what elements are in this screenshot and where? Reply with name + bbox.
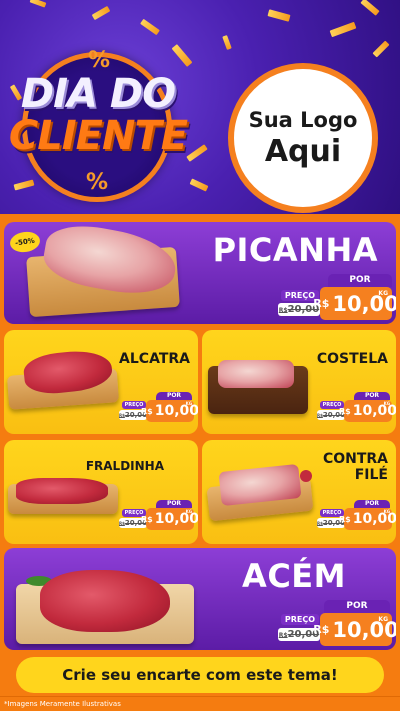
unit-label: KG: [383, 509, 390, 514]
por-label: POR: [354, 392, 390, 400]
confetti-decoration: [189, 178, 209, 192]
old-price-currency: R$: [278, 632, 288, 639]
costela-meat-image: [218, 360, 294, 388]
confetti-decoration: [29, 0, 47, 8]
new-price-currency: R$: [140, 406, 153, 416]
new-price-currency: R$: [140, 514, 153, 524]
old-price-currency: R$: [278, 307, 288, 314]
new-price: R$ 10,00 KG: [313, 613, 396, 646]
unit-label: KG: [185, 401, 192, 406]
acem-meat-image: [40, 570, 170, 632]
new-price: R$ 10,00 KG: [313, 287, 396, 320]
product-card-picanha: PICANHA POR PREÇO R$20,00 R$ 10,00 KG: [4, 222, 396, 324]
product-name-line2: FILÉ: [354, 467, 388, 483]
por-label: POR: [328, 274, 392, 287]
dia-do-cliente-badge: % DIA DO CLIENTE %: [9, 48, 188, 202]
fraldinha-meat-image: [16, 478, 108, 504]
confetti-decoration: [360, 0, 380, 16]
unit-label: KG: [378, 290, 388, 297]
percent-icon: %: [86, 170, 109, 195]
unit-label: KG: [185, 509, 192, 514]
new-price-currency: R$: [313, 297, 330, 310]
header-banner: % DIA DO CLIENTE % Sua Logo Aqui: [0, 0, 400, 214]
new-price-currency: R$: [313, 623, 330, 636]
product-name: FRALDINHA: [85, 459, 164, 473]
confetti-decoration: [171, 44, 193, 67]
badge-title-line1: DIA DO: [20, 71, 176, 117]
new-price: R$ 10,00 KG: [141, 508, 198, 530]
product-name: PICANHA: [212, 231, 378, 269]
confetti-decoration: [372, 40, 390, 58]
confetti-decoration: [329, 21, 357, 38]
product-name: COSTELA: [316, 351, 388, 367]
unit-label: KG: [383, 401, 390, 406]
confetti-decoration: [91, 5, 111, 21]
confetti-decoration: [222, 35, 232, 50]
product-card-acem: ACÉM POR PREÇO R$20,00 R$ 10,00 KG: [4, 548, 396, 650]
product-card-alcatra: ALCATRA POR PREÇO R$20,00 R$ 10,00 KG: [4, 330, 198, 434]
product-card-costela: COSTELA POR PREÇO R$20,00 R$ 10,00 KG: [202, 330, 396, 434]
new-price: R$ 10,00 KG: [141, 400, 198, 422]
badge-title-line2: CLIENTE: [8, 113, 188, 159]
cta-banner: Crie seu encarte com este tema!: [16, 657, 384, 693]
new-price-currency: R$: [338, 514, 351, 524]
por-label: POR: [156, 392, 192, 400]
new-price-currency: R$: [338, 406, 351, 416]
footer-disclaimer: *Imagens Meramente Ilustrativas: [0, 696, 400, 711]
por-label: POR: [324, 600, 390, 613]
por-label: POR: [354, 500, 390, 508]
product-card-contra-file: CONTRA FILÉ POR PREÇO R$20,00 R$ 10,00 KG: [202, 440, 396, 544]
product-name: ALCATRA: [119, 351, 190, 367]
logo-placeholder: Sua Logo Aqui: [228, 63, 378, 213]
herb-garnish-image: [300, 470, 312, 482]
por-label: POR: [156, 500, 192, 508]
confetti-decoration: [140, 18, 160, 36]
logo-text-line1: Sua Logo: [248, 107, 358, 132]
product-name: ACÉM: [242, 557, 346, 595]
logo-text-line2: Aqui: [264, 133, 342, 169]
unit-label: KG: [378, 616, 388, 623]
confetti-decoration: [186, 144, 208, 162]
product-name-line1: CONTRA: [322, 451, 388, 467]
product-card-fraldinha: FRALDINHA POR PREÇO R$20,00 R$ 10,00 KG: [4, 440, 198, 544]
new-price: R$ 10,00 KG: [339, 508, 396, 530]
new-price: R$ 10,00 KG: [339, 400, 396, 422]
percent-icon: %: [88, 48, 111, 73]
confetti-decoration: [267, 9, 291, 22]
